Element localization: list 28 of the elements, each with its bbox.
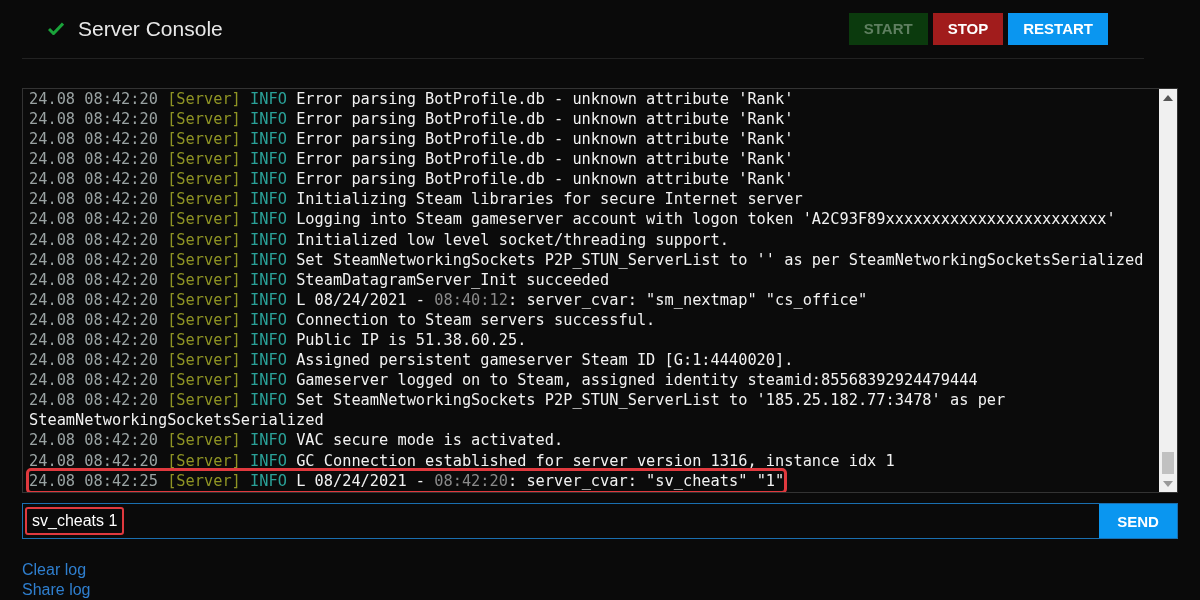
log-line: 24.08 08:42:20 [Server] INFO VAC secure mode is activated. xyxy=(29,430,565,451)
log-link[interactable]: Share log xyxy=(22,580,91,600)
log-line: 24.08 08:42:20 [Server] INFO Public IP is 51.38.60.25. xyxy=(29,330,528,351)
server-control-button[interactable]: RESTART xyxy=(1008,12,1108,45)
log-line: 24.08 08:42:25 [Server] INFO L 08/24/2021 - 08:42:20: server_cvar: "sv_cheats" "1" xyxy=(29,470,785,491)
log-line: 24.08 08:42:20 [Server] INFO Connection to Steam servers successful. xyxy=(29,309,657,330)
log-line: 24.08 08:42:20 [Server] INFO Initializing Steam libraries for secure Internet server xyxy=(29,189,804,210)
log-line: 24.08 08:42:20 [Server] INFO Error parsing BotProfile.db - unknown attribute 'Rank' xyxy=(29,169,795,190)
log-line: 24.08 08:42:20 [Server] INFO GC Connection established for server version 1316, instance idx 1 xyxy=(29,450,896,471)
log-line: 24.08 08:42:20 [Server] INFO L 08/24/2021 - 08:40:12: server_cvar: "sm_nextmap" "cs_office" xyxy=(29,289,869,310)
scroll-up-arrow-icon[interactable] xyxy=(1163,94,1173,101)
log-line: 24.08 08:42:20 [Server] INFO Gameserver logged on to Steam, assigned identity steamid:85568392924479444 xyxy=(29,370,979,391)
log-line: 24.08 08:42:20 [Server] INFO Set SteamNetworkingSockets P2P_STUN_ServerList to '185.25.182.77:3478' as per SteamNetworkingSocketsSerialized xyxy=(29,390,1007,431)
log-line: 24.08 08:42:20 [Server] INFO Error parsing BotProfile.db - unknown attribute 'Rank' xyxy=(29,149,795,170)
log-link[interactable]: Clear log xyxy=(22,560,87,580)
log-line: 24.08 08:42:20 [Server] INFO Set SteamNetworkingSockets P2P_STUN_ServerList to '' as per SteamNetworkingSocketsSerialized xyxy=(29,249,1145,270)
log-line: 24.08 08:42:20 [Server] INFO SteamDatagramServer_Init succeeded xyxy=(29,269,611,290)
log-line: 24.08 08:42:20 [Server] INFO Error parsing BotProfile.db - unknown attribute 'Rank' xyxy=(29,88,795,109)
page-title: Server Console xyxy=(78,16,224,41)
scrollbar-thumb[interactable] xyxy=(1162,452,1174,475)
log-line: 24.08 08:42:20 [Server] INFO Assigned persistent gameserver Steam ID [G:1:4440020]. xyxy=(29,350,795,371)
log-line: 24.08 08:42:20 [Server] INFO Initialized low level socket/threading support. xyxy=(29,229,730,250)
log-line: 24.08 08:42:20 [Server] INFO Logging into Steam gameserver account with logon token 'A2C93F89xxxxxxxxxxxxxxxxxxxxxxxx' xyxy=(29,209,1117,230)
log-line: 24.08 08:42:20 [Server] INFO Error parsing BotProfile.db - unknown attribute 'Rank' xyxy=(29,109,795,130)
log-line: 24.08 08:42:20 [Server] INFO Error parsing BotProfile.db - unknown attribute 'Rank' xyxy=(29,129,795,150)
scroll-down-arrow-icon[interactable] xyxy=(1163,481,1173,488)
scrollbar[interactable] xyxy=(1159,88,1177,493)
server-control-button[interactable]: STOP xyxy=(932,12,1004,45)
